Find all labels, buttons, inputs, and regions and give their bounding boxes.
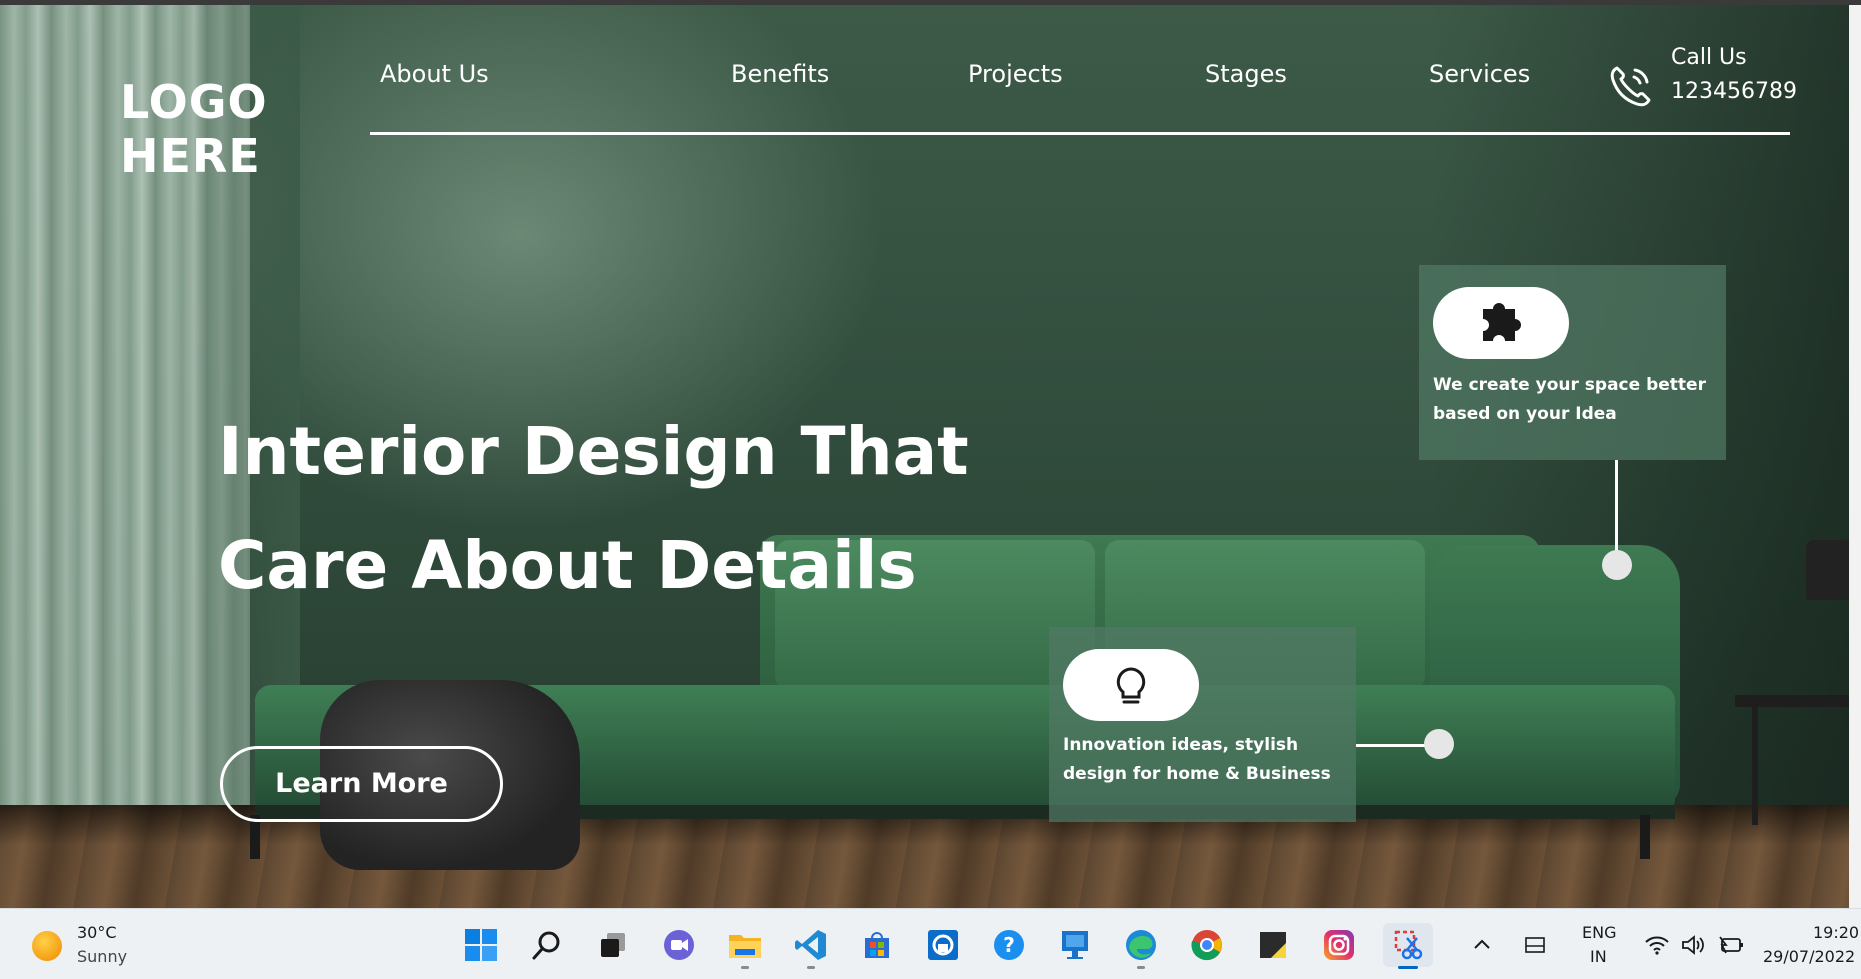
call-us-label: Call Us bbox=[1671, 45, 1747, 70]
hotspot-dot[interactable] bbox=[1424, 729, 1454, 759]
lamp-image bbox=[1806, 540, 1849, 600]
region-indicator[interactable]: IN bbox=[1590, 947, 1607, 966]
lightbulb-icon bbox=[1116, 667, 1146, 704]
language-indicator[interactable]: ENG bbox=[1582, 923, 1616, 942]
teams-chat-icon[interactable] bbox=[657, 923, 701, 967]
nav-divider bbox=[370, 132, 1790, 135]
instagram-icon[interactable] bbox=[1317, 923, 1361, 967]
keyboard-tray-icon[interactable] bbox=[1524, 935, 1546, 955]
svg-text:?: ? bbox=[1003, 933, 1015, 957]
nav-projects[interactable]: Projects bbox=[968, 60, 1063, 88]
chrome-icon[interactable] bbox=[1185, 923, 1229, 967]
battery-charging-icon[interactable] bbox=[1716, 933, 1744, 957]
nav-services[interactable]: Services bbox=[1429, 60, 1530, 88]
start-icon[interactable] bbox=[459, 923, 503, 967]
card-text-innovation: Innovation ideas, stylish design for hom… bbox=[1063, 735, 1331, 784]
feature-card-innovation: Innovation ideas, stylish design for hom… bbox=[1049, 627, 1356, 822]
microsoft-store-icon[interactable] bbox=[855, 923, 899, 967]
card-icon-pill bbox=[1433, 287, 1569, 359]
headline-line-2: Care About Details bbox=[218, 527, 917, 604]
sun-icon[interactable] bbox=[32, 931, 62, 961]
hero-section: LOGO HERE About Us Benefits Projects Sta… bbox=[0, 5, 1849, 908]
vscode-icon[interactable] bbox=[789, 923, 833, 969]
window-scrollbar[interactable] bbox=[1849, 5, 1861, 908]
search-icon[interactable] bbox=[525, 923, 569, 967]
phone-icon[interactable] bbox=[1607, 62, 1655, 110]
card-connector bbox=[1356, 744, 1426, 747]
puzzle-icon bbox=[1483, 303, 1521, 341]
snipping-tool-icon[interactable] bbox=[1383, 923, 1433, 969]
feature-card-space: We create your space better based on you… bbox=[1419, 265, 1726, 460]
clock-time[interactable]: 19:20 bbox=[1813, 923, 1859, 942]
help-icon[interactable]: ? bbox=[987, 923, 1031, 967]
logo-line-2: HERE bbox=[120, 129, 261, 183]
chevron-up-icon[interactable] bbox=[1472, 935, 1492, 955]
hero-headline: Interior Design That Care About Details bbox=[218, 395, 1118, 623]
nav-benefits[interactable]: Benefits bbox=[731, 60, 829, 88]
remote-app-icon[interactable] bbox=[921, 923, 965, 967]
nav-about-us[interactable]: About Us bbox=[380, 60, 489, 88]
wifi-icon[interactable] bbox=[1644, 933, 1670, 957]
hotspot-dot[interactable] bbox=[1602, 550, 1632, 580]
volume-icon[interactable] bbox=[1680, 933, 1706, 957]
nav-stages[interactable]: Stages bbox=[1205, 60, 1287, 88]
card-icon-pill bbox=[1063, 649, 1199, 721]
desktop-app-icon[interactable] bbox=[1053, 923, 1097, 967]
headline-line-1: Interior Design That bbox=[218, 413, 969, 490]
weather-condition[interactable]: Sunny bbox=[77, 947, 127, 966]
card-connector bbox=[1615, 460, 1618, 552]
site-logo[interactable]: LOGO HERE bbox=[120, 75, 280, 183]
phone-number[interactable]: 123456789 bbox=[1671, 79, 1797, 104]
task-view-icon[interactable] bbox=[591, 923, 635, 967]
taskbar: 30°C Sunny ? ENG IN 19:20 29/07/2022 bbox=[0, 908, 1861, 979]
edge-icon[interactable] bbox=[1119, 923, 1163, 969]
logo-line-1: LOGO bbox=[120, 75, 268, 129]
sticky-notes-icon[interactable] bbox=[1251, 923, 1295, 967]
clock-date[interactable]: 29/07/2022 bbox=[1763, 947, 1855, 966]
file-explorer-icon[interactable] bbox=[723, 923, 767, 969]
weather-temperature[interactable]: 30°C bbox=[77, 923, 117, 942]
learn-more-button[interactable]: Learn More bbox=[220, 746, 503, 822]
card-text-space: We create your space better based on you… bbox=[1433, 375, 1706, 424]
